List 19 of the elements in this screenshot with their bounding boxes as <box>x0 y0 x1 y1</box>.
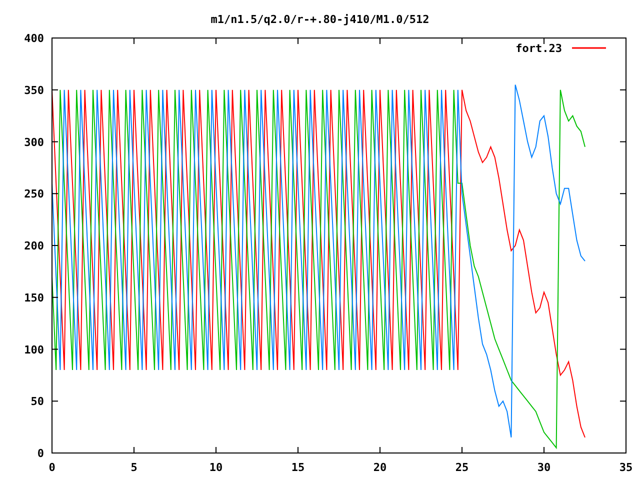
tick-label: 5 <box>130 461 138 474</box>
chart-title: m1/n1.5/q2.0/r-+.80-j410/M1.0/512 <box>210 13 430 26</box>
tick-label: 25 <box>455 461 469 474</box>
tick-label: 150 <box>24 291 44 304</box>
tick-label: 200 <box>24 240 44 252</box>
tick-label: 15 <box>291 461 305 474</box>
tick-label: 10 <box>209 461 223 474</box>
tick-label: 30 <box>537 461 551 474</box>
tick-label: 300 <box>24 136 44 149</box>
tick-label: 250 <box>24 188 44 201</box>
tick-label: 0 <box>48 461 56 474</box>
tick-label: 100 <box>24 343 44 356</box>
tick-label: 35 <box>619 461 633 474</box>
tick-label: 50 <box>30 395 44 408</box>
tick-label: 400 <box>24 32 44 45</box>
tick-label: 0 <box>37 447 44 460</box>
tick-label: 20 <box>373 461 387 474</box>
legend-label: fort.23 <box>516 42 562 55</box>
tick-label: 350 <box>24 84 44 97</box>
